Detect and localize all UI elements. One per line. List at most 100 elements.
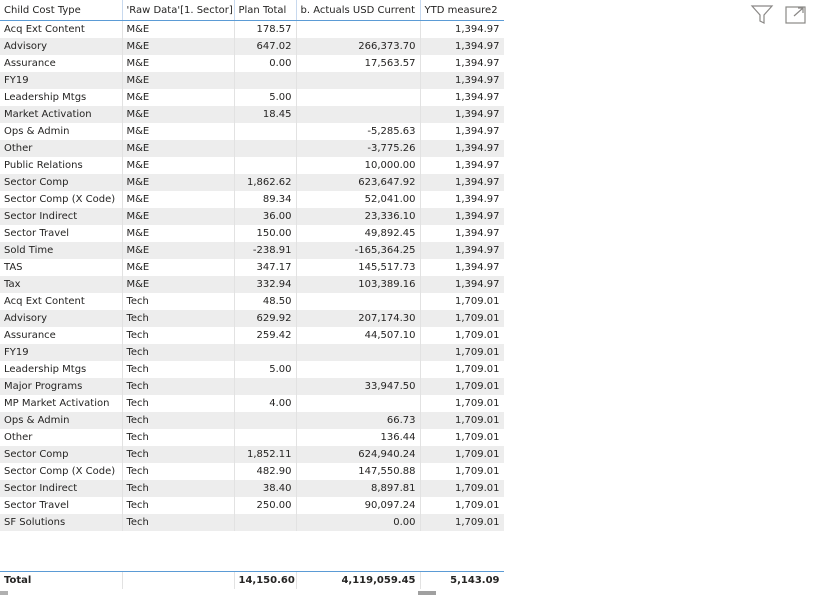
cell-plan-total: 629.92 <box>234 310 297 327</box>
column-header-sector[interactable]: 'Raw Data'[1. Sector] <box>122 0 235 21</box>
cell-ytd: 1,709.01 <box>420 514 504 531</box>
cell-actuals: 147,550.88 <box>296 463 421 480</box>
cell-actuals: 136.44 <box>296 429 421 446</box>
table-row[interactable]: FY19 M&E 1,394.97 <box>0 72 504 89</box>
cell-plan-total <box>234 412 297 429</box>
cell-actuals: 23,336.10 <box>296 208 421 225</box>
cell-sector: Tech <box>122 463 235 480</box>
table-row[interactable]: Leadership Mtgs Tech 5.00 1,709.01 <box>0 361 504 378</box>
table-row[interactable]: TAS M&E 347.17 145,517.73 1,394.97 <box>0 259 504 276</box>
cell-actuals: 66.73 <box>296 412 421 429</box>
column-header-plan-total[interactable]: Plan Total <box>234 0 297 21</box>
cell-plan-total <box>234 344 297 361</box>
cell-child-cost-type: Leadership Mtgs <box>0 89 123 106</box>
cell-actuals <box>296 344 421 361</box>
cell-plan-total <box>234 378 297 395</box>
cell-actuals <box>296 293 421 310</box>
cell-ytd: 1,709.01 <box>420 378 504 395</box>
column-header-child-cost-type[interactable]: Child Cost Type <box>0 0 123 21</box>
table-body-viewport[interactable]: Acq Ext Content M&E 178.57 1,394.97 Advisory… <box>0 21 504 573</box>
cell-sector: M&E <box>122 89 235 106</box>
table-row[interactable]: Sector Travel Tech 250.00 90,097.24 1,709.01 <box>0 497 504 514</box>
table-row[interactable]: Market Activation M&E 18.45 1,394.97 <box>0 106 504 123</box>
visual-header-toolbar <box>750 4 808 26</box>
cell-ytd: 1,394.97 <box>420 38 504 55</box>
cell-ytd: 1,394.97 <box>420 157 504 174</box>
focus-mode-icon[interactable] <box>784 4 808 26</box>
table-row[interactable]: Sold Time M&E -238.91 -165,364.25 1,394.97 <box>0 242 504 259</box>
header-row: Child Cost Type 'Raw Data'[1. Sector] Pl… <box>0 0 504 21</box>
table-row[interactable]: Leadership Mtgs M&E 5.00 1,394.97 <box>0 89 504 106</box>
cell-sector: Tech <box>122 412 235 429</box>
cell-plan-total <box>234 514 297 531</box>
table-row[interactable]: Advisory M&E 647.02 266,373.70 1,394.97 <box>0 38 504 55</box>
cell-ytd: 1,709.01 <box>420 463 504 480</box>
cell-plan-total: 36.00 <box>234 208 297 225</box>
cell-sector: M&E <box>122 55 235 72</box>
cell-plan-total <box>234 123 297 140</box>
cell-child-cost-type: Sector Travel <box>0 497 123 514</box>
cell-sector: M&E <box>122 38 235 55</box>
cell-sector: Tech <box>122 310 235 327</box>
table-row[interactable]: Sector Indirect Tech 38.40 8,897.81 1,709.01 <box>0 480 504 497</box>
cell-child-cost-type: FY19 <box>0 344 123 361</box>
cell-child-cost-type: Ops & Admin <box>0 123 123 140</box>
cell-sector: M&E <box>122 123 235 140</box>
total-actuals: 4,119,059.45 <box>296 572 421 589</box>
table-row[interactable]: Sector Comp (X Code) Tech 482.90 147,550.88… <box>0 463 504 480</box>
cell-child-cost-type: Sector Travel <box>0 225 123 242</box>
cell-child-cost-type: Other <box>0 140 123 157</box>
table-row[interactable]: Acq Ext Content M&E 178.57 1,394.97 <box>0 21 504 38</box>
table-row[interactable]: Assurance M&E 0.00 17,563.57 1,394.97 <box>0 55 504 72</box>
cell-child-cost-type: Assurance <box>0 55 123 72</box>
table-row[interactable]: Ops & Admin M&E -5,285.63 1,394.97 <box>0 123 504 140</box>
cell-actuals <box>296 72 421 89</box>
cell-sector: M&E <box>122 259 235 276</box>
cell-child-cost-type: Leadership Mtgs <box>0 361 123 378</box>
cell-ytd: 1,394.97 <box>420 174 504 191</box>
cell-plan-total: 5.00 <box>234 89 297 106</box>
table-row[interactable]: Tax M&E 332.94 103,389.16 1,394.97 <box>0 276 504 293</box>
table-row[interactable]: Public Relations M&E 10,000.00 1,394.97 <box>0 157 504 174</box>
cell-sector: M&E <box>122 157 235 174</box>
cell-child-cost-type: FY19 <box>0 72 123 89</box>
table-row[interactable]: Other Tech 136.44 1,709.01 <box>0 429 504 446</box>
cell-child-cost-type: Other <box>0 429 123 446</box>
cell-sector: M&E <box>122 72 235 89</box>
column-header-actuals[interactable]: b. Actuals USD Current <box>296 0 421 21</box>
table-row[interactable]: Advisory Tech 629.92 207,174.30 1,709.01 <box>0 310 504 327</box>
table-row[interactable]: MP Market Activation Tech 4.00 1,709.01 <box>0 395 504 412</box>
cell-ytd: 1,394.97 <box>420 225 504 242</box>
table-row[interactable]: Sector Travel M&E 150.00 49,892.45 1,394.97 <box>0 225 504 242</box>
horizontal-scrollbar-thumb[interactable] <box>418 591 436 595</box>
cell-ytd: 1,394.97 <box>420 208 504 225</box>
column-header-ytd[interactable]: YTD measure2 <box>420 0 504 21</box>
cell-plan-total: 178.57 <box>234 21 297 38</box>
filter-icon[interactable] <box>750 4 774 26</box>
table-row[interactable]: Sector Comp Tech 1,852.11 624,940.24 1,709.0… <box>0 446 504 463</box>
cell-actuals: 624,940.24 <box>296 446 421 463</box>
table-row[interactable]: Sector Indirect M&E 36.00 23,336.10 1,394.97 <box>0 208 504 225</box>
scrollbar-left-edge[interactable] <box>0 591 8 595</box>
cell-child-cost-type: Sector Comp <box>0 174 123 191</box>
table-row[interactable]: Ops & Admin Tech 66.73 1,709.01 <box>0 412 504 429</box>
table-row[interactable]: Acq Ext Content Tech 48.50 1,709.01 <box>0 293 504 310</box>
cell-actuals <box>296 89 421 106</box>
table-row[interactable]: Sector Comp M&E 1,862.62 623,647.92 1,394.97 <box>0 174 504 191</box>
cell-sector: M&E <box>122 191 235 208</box>
table-row[interactable]: Assurance Tech 259.42 44,507.10 1,709.01 <box>0 327 504 344</box>
cell-ytd: 1,709.01 <box>420 293 504 310</box>
cell-sector: Tech <box>122 514 235 531</box>
table-row[interactable]: Major Programs Tech 33,947.50 1,709.01 <box>0 378 504 395</box>
table-row[interactable]: Sector Comp (X Code) M&E 89.34 52,041.00 1,3… <box>0 191 504 208</box>
cell-sector: Tech <box>122 497 235 514</box>
cell-ytd: 1,394.97 <box>420 123 504 140</box>
cell-plan-total: 250.00 <box>234 497 297 514</box>
cell-sector: M&E <box>122 140 235 157</box>
table-row[interactable]: Other M&E -3,775.26 1,394.97 <box>0 140 504 157</box>
table-row[interactable]: SF Solutions Tech 0.00 1,709.01 <box>0 514 504 531</box>
cell-actuals: 52,041.00 <box>296 191 421 208</box>
table-row[interactable]: FY19 Tech 1,709.01 <box>0 344 504 361</box>
cell-plan-total: 0.00 <box>234 55 297 72</box>
cell-ytd: 1,709.01 <box>420 327 504 344</box>
